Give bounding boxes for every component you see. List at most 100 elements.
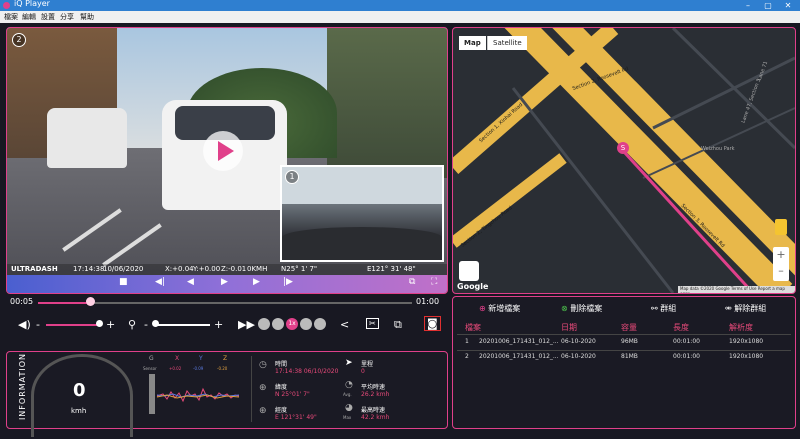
road-roosevelt-2 — [552, 28, 795, 276]
time-label: 時間 — [275, 361, 288, 368]
max-speed-value: 42.2 kmh — [361, 414, 390, 421]
ungroup-button[interactable]: ⚮ 解除群組 — [725, 303, 766, 314]
add-icon: ⊕ — [479, 304, 486, 313]
longitude-label: 經度 — [275, 407, 288, 414]
map-panel[interactable]: Map Satellite Section 1, Xinhai Road Sec… — [452, 27, 796, 294]
z-value: -0.20 — [217, 366, 228, 371]
title-bar: iQ Player – ▢ ✕ — [0, 0, 800, 11]
osd-brand: ULTRADASH — [11, 265, 58, 273]
zoom-slider[interactable] — [154, 324, 210, 326]
road-tingzhou — [453, 153, 567, 248]
group-label: 群組 — [660, 304, 677, 313]
col-resolution[interactable]: 解析度 — [729, 322, 753, 333]
osd-time: 17:14:38 — [73, 265, 105, 273]
stop-icon[interactable]: ■ — [119, 277, 128, 287]
menu-settings[interactable]: 設置 — [41, 12, 55, 22]
volume-plus[interactable]: + — [106, 318, 115, 331]
close-icon[interactable]: ✕ — [780, 0, 796, 11]
speed-1x[interactable]: 1x — [286, 318, 298, 330]
zoom-in-icon[interactable]: + — [773, 247, 789, 263]
play-button[interactable] — [203, 131, 243, 171]
navigation-icon[interactable] — [459, 261, 479, 281]
speed-dot[interactable] — [258, 318, 270, 330]
max-speed-label: 最高時速 — [361, 407, 386, 414]
seek-knob[interactable] — [86, 297, 95, 306]
street-view-icon[interactable] — [775, 219, 787, 235]
volume-minus[interactable]: - — [36, 318, 40, 331]
avg-speed-value: 26.2 kmh — [361, 391, 390, 398]
camera-2-badge: 2 — [12, 33, 26, 47]
row-file: 20201006_171431_012_... — [479, 338, 559, 345]
zoom-knob[interactable] — [152, 320, 159, 327]
menu-help[interactable]: 幫助 — [80, 12, 94, 22]
zoom-search-icon[interactable]: ⚲ — [128, 318, 136, 331]
navigation-arrow-icon: ➤ — [345, 358, 353, 368]
add-file-button[interactable]: ⊕ 新增檔案 — [479, 303, 520, 314]
table-row[interactable]: 1 20201006_171431_012_... 06-10-2020 96M… — [453, 338, 795, 350]
row-resolution: 1920x1080 — [729, 338, 764, 345]
prev-frame-icon[interactable]: ◀| — [155, 277, 165, 287]
table-row[interactable]: 2 20201006_171431_012_... 06-10-2020 81M… — [453, 353, 795, 365]
video-panel[interactable]: 2 1 ULTRADASH 17:14:38 10/06/2020 X:+0.0… — [6, 27, 448, 294]
play-small-icon[interactable]: ▶ — [221, 277, 228, 287]
header-divider — [457, 334, 791, 335]
route-line — [623, 151, 755, 293]
file-panel: ⊕ 新增檔案 ⊗ 刪除檔案 ⚯ 群組 ⚮ 解除群組 檔案 日期 容量 長度 解析… — [452, 296, 796, 429]
share-icon[interactable]: < — [340, 318, 349, 331]
x-value: +0.02 — [169, 366, 182, 371]
col-file[interactable]: 檔案 — [465, 322, 481, 333]
latitude-value: N 25°01' 7" — [275, 391, 310, 398]
col-size[interactable]: 容量 — [621, 322, 637, 333]
y-value: -0.09 — [193, 366, 204, 371]
cut-icon[interactable]: ✂ — [366, 318, 379, 329]
fullscreen-icon[interactable]: ⛶ — [431, 277, 437, 287]
maximize-icon[interactable]: ▢ — [760, 0, 776, 11]
volume-icon[interactable]: ◀) — [18, 318, 31, 331]
map-tab[interactable]: Map — [459, 36, 486, 50]
row-length: 00:01:00 — [673, 353, 700, 360]
satellite-tab[interactable]: Satellite — [487, 36, 527, 50]
menu-share[interactable]: 分享 — [60, 12, 74, 22]
seek-progress — [38, 302, 90, 304]
col-length[interactable]: 長度 — [673, 322, 689, 333]
speed-value: 0 — [73, 380, 86, 401]
pip-toggle-icon[interactable]: ⧉ — [409, 277, 415, 287]
snapshot-icon[interactable]: ◙ — [424, 316, 441, 331]
step-back-icon[interactable]: ◀ — [187, 277, 194, 287]
playback-strip: ■ ◀| ◀ ▶ ▶ |▶ ⧉ ⛶ — [7, 275, 447, 293]
zoom-minus[interactable]: - — [144, 318, 148, 331]
zoom-out-icon[interactable]: – — [773, 263, 789, 279]
step-forward-icon[interactable]: ▶ — [253, 277, 260, 287]
speed-dot[interactable] — [300, 318, 312, 330]
info-title: INFORMATION — [18, 352, 28, 421]
delete-file-button[interactable]: ⊗ 刪除檔案 — [561, 303, 602, 314]
axis-x: X — [175, 355, 180, 362]
row-length: 00:01:00 — [673, 338, 700, 345]
clock-icon: ◷ — [259, 360, 267, 370]
ungroup-label: 解除群組 — [734, 304, 767, 313]
globe-icon: ⊕ — [259, 383, 267, 393]
minimize-icon[interactable]: – — [740, 0, 756, 11]
group-button[interactable]: ⚯ 群組 — [651, 303, 676, 314]
speed-dot[interactable] — [314, 318, 326, 330]
delete-file-label: 刪除檔案 — [570, 304, 603, 313]
row-size: 96MB — [621, 338, 638, 345]
row-resolution: 1920x1080 — [729, 353, 764, 360]
menu-file[interactable]: 檔案 — [4, 12, 18, 22]
zoom-plus[interactable]: + — [214, 318, 223, 331]
export-icon[interactable]: ⧉ — [394, 318, 402, 332]
menu-edit[interactable]: 編輯 — [22, 12, 36, 22]
location-marker-icon[interactable]: S — [617, 142, 629, 154]
col-date[interactable]: 日期 — [561, 322, 577, 333]
pip-video[interactable]: 1 — [280, 165, 444, 262]
volume-knob[interactable] — [96, 320, 103, 327]
zoom-control: + – — [773, 247, 789, 281]
fast-forward-icon[interactable]: ▶▶ — [238, 318, 255, 331]
latitude-label: 緯度 — [275, 384, 288, 391]
app-logo-icon — [3, 2, 10, 9]
next-frame-icon[interactable]: |▶ — [283, 277, 293, 287]
speed-dot[interactable] — [272, 318, 284, 330]
video-osd: ULTRADASH 17:14:38 10/06/2020 X:+0.04 Y:… — [7, 264, 447, 275]
osd-speed: 0KMH — [247, 265, 268, 273]
volume-slider[interactable] — [46, 324, 98, 326]
